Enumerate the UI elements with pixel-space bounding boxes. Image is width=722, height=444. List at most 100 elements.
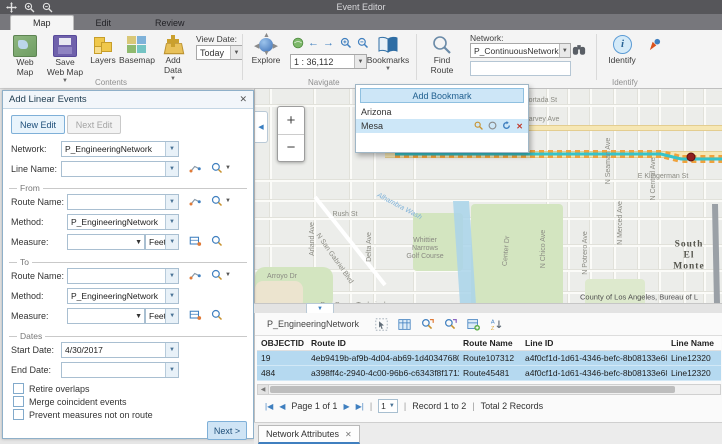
- tab-map[interactable]: Map: [10, 15, 74, 30]
- column-header[interactable]: Route ID: [307, 336, 459, 351]
- panel-close-icon[interactable]: ✕: [239, 94, 247, 105]
- measure-zoom-icon[interactable]: [209, 308, 225, 322]
- find-route-button[interactable]: Find Route: [422, 35, 462, 76]
- to-route-name-select[interactable]: ▼: [67, 268, 179, 284]
- table-cell: 4eb9419b-af9b-4d04-ab69-1d403476802b: [307, 351, 459, 366]
- map-label: South El Monte: [672, 240, 706, 273]
- table-cell: Route107312: [459, 351, 521, 366]
- basemap-button[interactable]: Basemap: [120, 35, 154, 66]
- bookmark-refresh-icon[interactable]: [502, 121, 511, 132]
- pick-line-on-map-icon[interactable]: [187, 161, 203, 175]
- previous-page-icon[interactable]: ◀: [279, 402, 285, 411]
- zoom-to-selected-icon[interactable]: [421, 318, 434, 331]
- line-name-select[interactable]: ▼: [61, 161, 179, 177]
- full-extent-icon[interactable]: [292, 37, 304, 52]
- view-date-select[interactable]: Today▼: [196, 45, 243, 60]
- add-data-button[interactable]: Add Data ▼: [156, 35, 190, 82]
- chevron-down-icon: ▼: [165, 343, 178, 357]
- view-date-label: View Date:: [196, 34, 237, 44]
- merge-coincident-checkbox[interactable]: Merge coincident events: [13, 396, 127, 407]
- start-date-label: Start Date:: [11, 345, 54, 355]
- from-method-label: Method:: [11, 217, 44, 227]
- bookmarks-button[interactable]: Bookmarks ▼: [366, 35, 410, 72]
- prevent-measures-checkbox[interactable]: Prevent measures not on route: [13, 409, 153, 420]
- zoom-in-tool-icon[interactable]: [24, 2, 35, 13]
- previous-extent-icon[interactable]: ←: [308, 37, 319, 49]
- column-header[interactable]: Line Name: [667, 336, 721, 351]
- ribbon-separator: [242, 34, 243, 80]
- checkbox-icon: [13, 396, 24, 407]
- hem-flag-icon[interactable]: [648, 38, 661, 54]
- pick-measure-on-map-icon[interactable]: [187, 234, 203, 248]
- next-button[interactable]: Next >: [207, 421, 247, 440]
- table-cell: 484: [257, 366, 307, 381]
- new-edit-button[interactable]: New Edit: [11, 115, 65, 134]
- web-map-button[interactable]: Web Map: [8, 35, 42, 78]
- zoom-in-icon[interactable]: [340, 37, 352, 52]
- route-zoom-icon[interactable]: ▼: [209, 268, 233, 282]
- chevron-down-icon: ▼: [389, 403, 395, 409]
- to-method-select[interactable]: P_EngineeringNetwork▼: [67, 288, 179, 304]
- pan-tool-icon[interactable]: [6, 2, 17, 13]
- bookmark-item-mesa[interactable]: Mesa ✕: [356, 119, 528, 133]
- map-scale-select[interactable]: 1 : 36,112▼: [290, 54, 367, 69]
- select-features-icon[interactable]: [375, 318, 388, 331]
- last-page-icon[interactable]: ▶|: [356, 402, 364, 411]
- table-row[interactable]: 194eb9419b-af9b-4d04-ab69-1d403476802bRo…: [257, 351, 721, 366]
- bookmark-pan-icon[interactable]: [488, 121, 497, 132]
- pan-to-selected-icon[interactable]: [444, 318, 457, 331]
- show-selected-records-icon[interactable]: [467, 318, 480, 331]
- map-zoom-out-button[interactable]: −: [278, 135, 304, 162]
- binoculars-icon[interactable]: [572, 43, 586, 59]
- tab-network-attributes[interactable]: Network Attributes ✕: [258, 425, 360, 444]
- page-number-select[interactable]: 1▼: [378, 399, 398, 413]
- network-select[interactable]: P_ContinuousNetwork▼: [470, 43, 571, 58]
- retire-overlaps-checkbox[interactable]: Retire overlaps: [13, 383, 90, 394]
- from-route-name-select[interactable]: ▼: [67, 194, 179, 210]
- map-zoom-in-button[interactable]: +: [278, 107, 304, 135]
- scrollbar-thumb[interactable]: [270, 386, 675, 393]
- layers-button[interactable]: Layers: [88, 35, 118, 66]
- add-bookmark-button[interactable]: Add Bookmark: [360, 88, 524, 103]
- explore-button[interactable]: ◀ ▶ ▲ ▼ Explore: [248, 35, 284, 66]
- sort-icon[interactable]: AZ: [490, 318, 503, 331]
- horizontal-scrollbar[interactable]: ◀: [257, 384, 721, 395]
- column-header[interactable]: Route Name: [459, 336, 521, 351]
- to-measure-combo[interactable]: ▼: [67, 308, 145, 324]
- to-unit-select[interactable]: Feet▼: [145, 308, 179, 324]
- save-web-map-button[interactable]: Save Web Map ▼: [46, 35, 84, 84]
- pick-measure-on-map-icon[interactable]: [187, 308, 203, 322]
- bookmark-delete-icon[interactable]: ✕: [516, 122, 523, 131]
- bookmark-item-arizona[interactable]: Arizona: [356, 105, 528, 119]
- svg-text:A: A: [491, 319, 495, 325]
- identify-button[interactable]: i Identify: [604, 35, 640, 66]
- route-search-input[interactable]: [470, 61, 571, 76]
- tab-review[interactable]: Review: [133, 16, 207, 30]
- next-page-icon[interactable]: ▶: [343, 402, 349, 411]
- column-header[interactable]: Line ID: [521, 336, 667, 351]
- bookmark-zoom-icon[interactable]: [474, 121, 483, 132]
- pick-route-on-map-icon[interactable]: [187, 268, 203, 282]
- table-row[interactable]: 484a398ff4c-2940-4c00-96b6-c6343f8f1711R…: [257, 366, 721, 381]
- line-zoom-icon[interactable]: ▼: [209, 161, 233, 175]
- measure-zoom-icon[interactable]: [209, 234, 225, 248]
- switch-table-icon[interactable]: [398, 318, 411, 331]
- end-date-select[interactable]: ▼: [61, 362, 179, 378]
- from-unit-select[interactable]: Feet▼: [145, 234, 179, 250]
- first-page-icon[interactable]: |◀: [265, 402, 273, 411]
- from-measure-combo[interactable]: ▼: [67, 234, 145, 250]
- panel-network-select[interactable]: P_EngineeringNetwork▼: [61, 141, 179, 157]
- start-date-select[interactable]: 4/30/2017▼: [61, 342, 179, 358]
- next-edit-button[interactable]: Next Edit: [67, 115, 121, 134]
- tab-edit[interactable]: Edit: [74, 16, 134, 30]
- pick-route-on-map-icon[interactable]: [187, 194, 203, 208]
- map-label: N Central Ave: [650, 157, 658, 200]
- zoom-out-tool-icon[interactable]: [42, 2, 53, 13]
- close-tab-icon[interactable]: ✕: [345, 430, 352, 439]
- column-header[interactable]: OBJECTID: [257, 336, 307, 351]
- route-zoom-icon[interactable]: ▼: [209, 194, 233, 208]
- collapse-panel-button[interactable]: ◀: [255, 111, 268, 143]
- scroll-left-icon[interactable]: ◀: [258, 385, 269, 394]
- next-extent-icon[interactable]: →: [323, 37, 334, 49]
- from-method-select[interactable]: P_EngineeringNetwork▼: [67, 214, 179, 230]
